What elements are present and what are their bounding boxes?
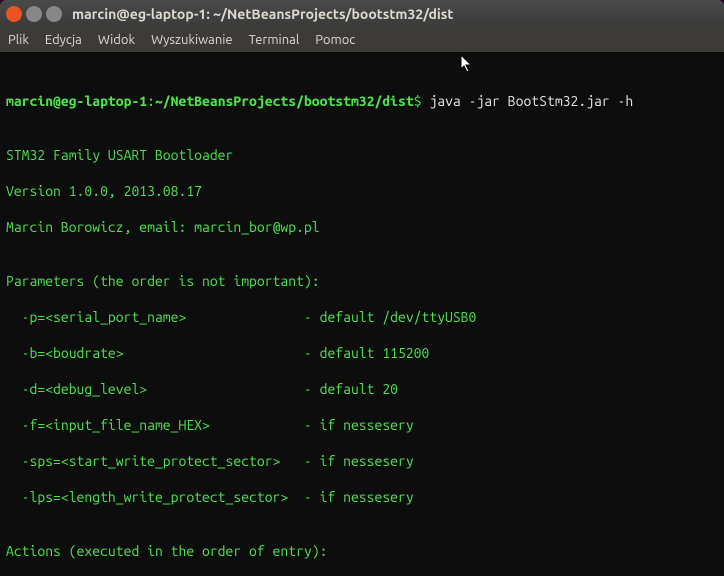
prompt-path: ~/NetBeansProjects/bootstm32/dist (155, 93, 414, 109)
output-line: -p=<serial_port_name> - default /dev/tty… (6, 308, 718, 326)
menu-edycja[interactable]: Edycja (45, 33, 82, 47)
close-icon[interactable] (6, 6, 22, 22)
prompt-char: $ (414, 93, 422, 109)
output-line: Version 1.0.0, 2013.08.17 (6, 182, 718, 200)
menu-pomoc[interactable]: Pomoc (315, 33, 355, 47)
menu-terminal[interactable]: Terminal (249, 33, 300, 47)
minimize-icon[interactable] (26, 6, 42, 22)
maximize-icon[interactable] (46, 6, 62, 22)
output-line: Parameters (the order is not important): (6, 272, 718, 290)
prompt-line-1: marcin@eg-laptop-1:~/NetBeansProjects/bo… (6, 92, 718, 110)
output-line: Actions (executed in the order of entry)… (6, 542, 718, 560)
output-line: -d=<debug_level> - default 20 (6, 380, 718, 398)
output-line: -lps=<length_write_protect_sector> - if … (6, 488, 718, 506)
window-titlebar: marcin@eg-laptop-1: ~/NetBeansProjects/b… (0, 0, 724, 28)
output-line: -sps=<start_write_protect_sector> - if n… (6, 452, 718, 470)
output-line: STM32 Family USART Bootloader (6, 146, 718, 164)
mouse-cursor-icon (460, 54, 474, 74)
menu-wyszukiwanie[interactable]: Wyszukiwanie (151, 33, 233, 47)
terminal-area[interactable]: marcin@eg-laptop-1:~/NetBeansProjects/bo… (0, 52, 724, 576)
menu-plik[interactable]: Plik (8, 33, 29, 47)
output-line: Marcin Borowicz, email: marcin_bor@wp.pl (6, 218, 718, 236)
output-line: -f=<input_file_name_HEX> - if nessesery (6, 416, 718, 434)
menubar: Plik Edycja Widok Wyszukiwanie Terminal … (0, 28, 724, 52)
output-line: -b=<boudrate> - default 115200 (6, 344, 718, 362)
menu-widok[interactable]: Widok (98, 33, 135, 47)
prompt-sep: : (147, 93, 155, 109)
prompt-user: marcin@eg-laptop-1 (6, 93, 147, 109)
command-text: java -jar BootStm32.jar -h (429, 93, 633, 109)
window-title: marcin@eg-laptop-1: ~/NetBeansProjects/b… (72, 6, 718, 22)
